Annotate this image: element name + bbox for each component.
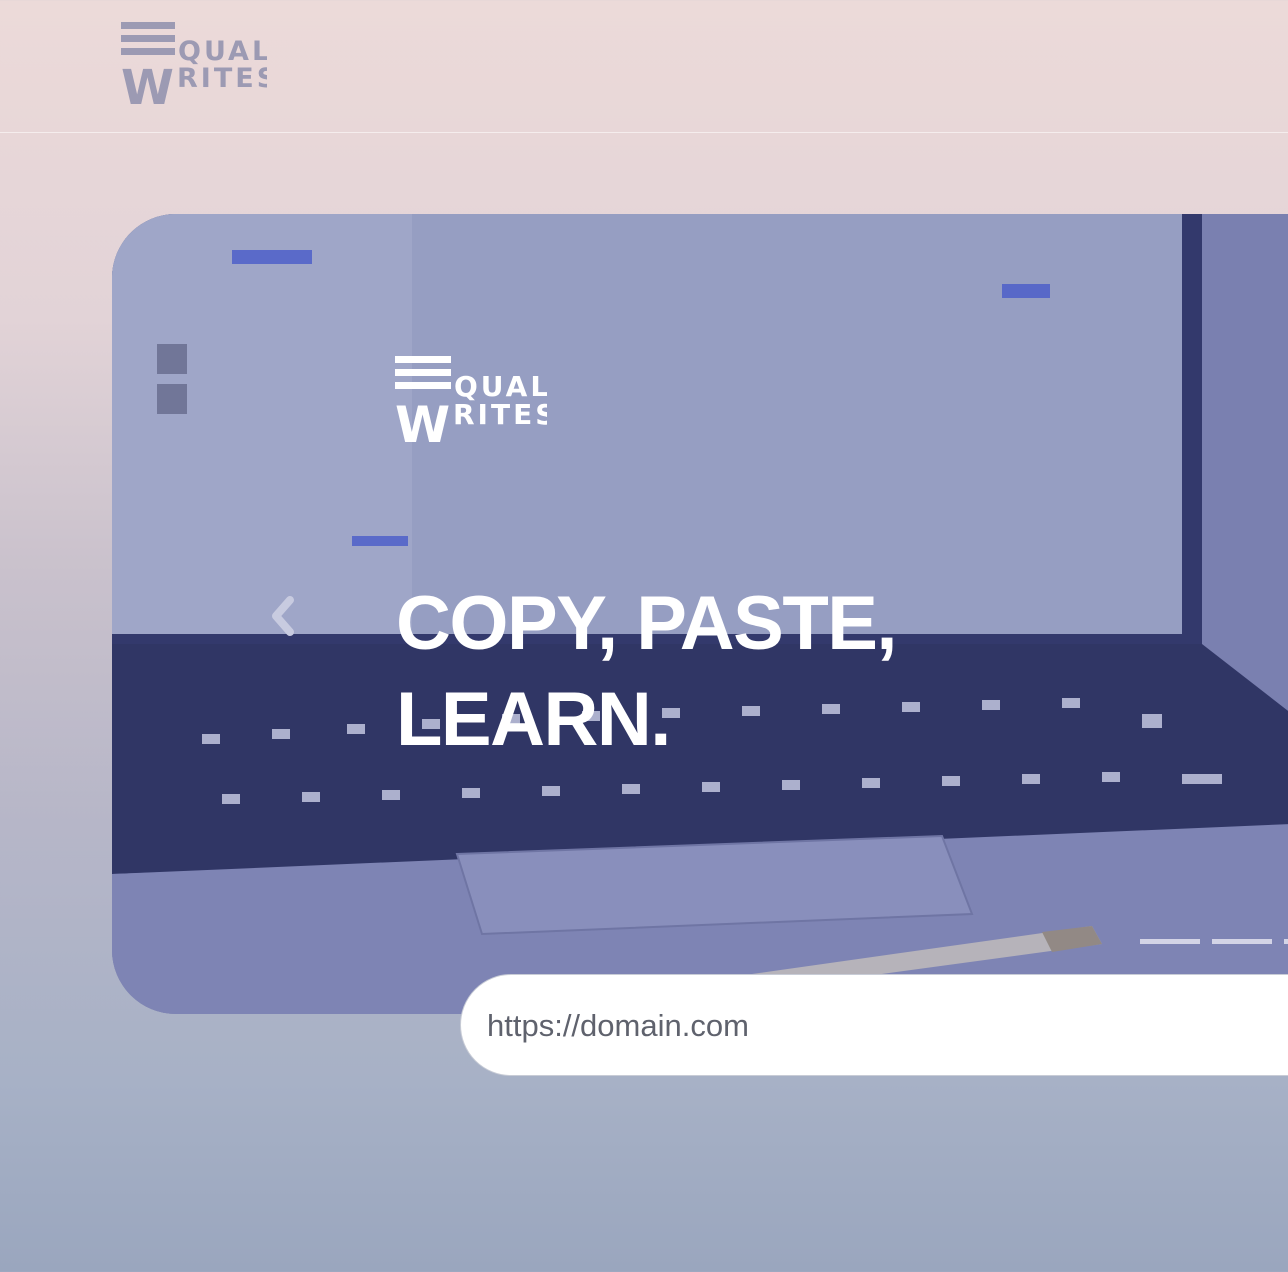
equal-writes-logo[interactable]: QUAL W RITES xyxy=(121,20,267,108)
carousel-indicator-2[interactable] xyxy=(1212,939,1272,944)
logo-text-rites: RITES xyxy=(177,63,267,94)
logo-text-w: W xyxy=(121,60,174,108)
url-input-container xyxy=(460,974,1288,1077)
site-header: QUAL W RITES xyxy=(0,0,1288,133)
chevron-left-icon[interactable] xyxy=(264,592,304,640)
hero-equal-writes-logo: QUAL W RITES xyxy=(395,356,547,446)
hero-title-line-2: LEARN. xyxy=(396,677,671,762)
carousel-indicator-1[interactable] xyxy=(1140,939,1200,944)
carousel-indicator-3[interactable] xyxy=(1284,939,1288,944)
hero-logo-text-rites: RITES xyxy=(453,398,547,431)
hero-title-line-1: COPY, PASTE, xyxy=(396,581,898,666)
hero-title: COPY, PASTE, LEARN. xyxy=(396,576,1036,768)
hero-logo-text-w: W xyxy=(395,396,450,446)
url-input[interactable] xyxy=(485,975,1269,1077)
hero-banner: QUAL W RITES COPY, PASTE, LEARN. xyxy=(112,214,1288,1014)
